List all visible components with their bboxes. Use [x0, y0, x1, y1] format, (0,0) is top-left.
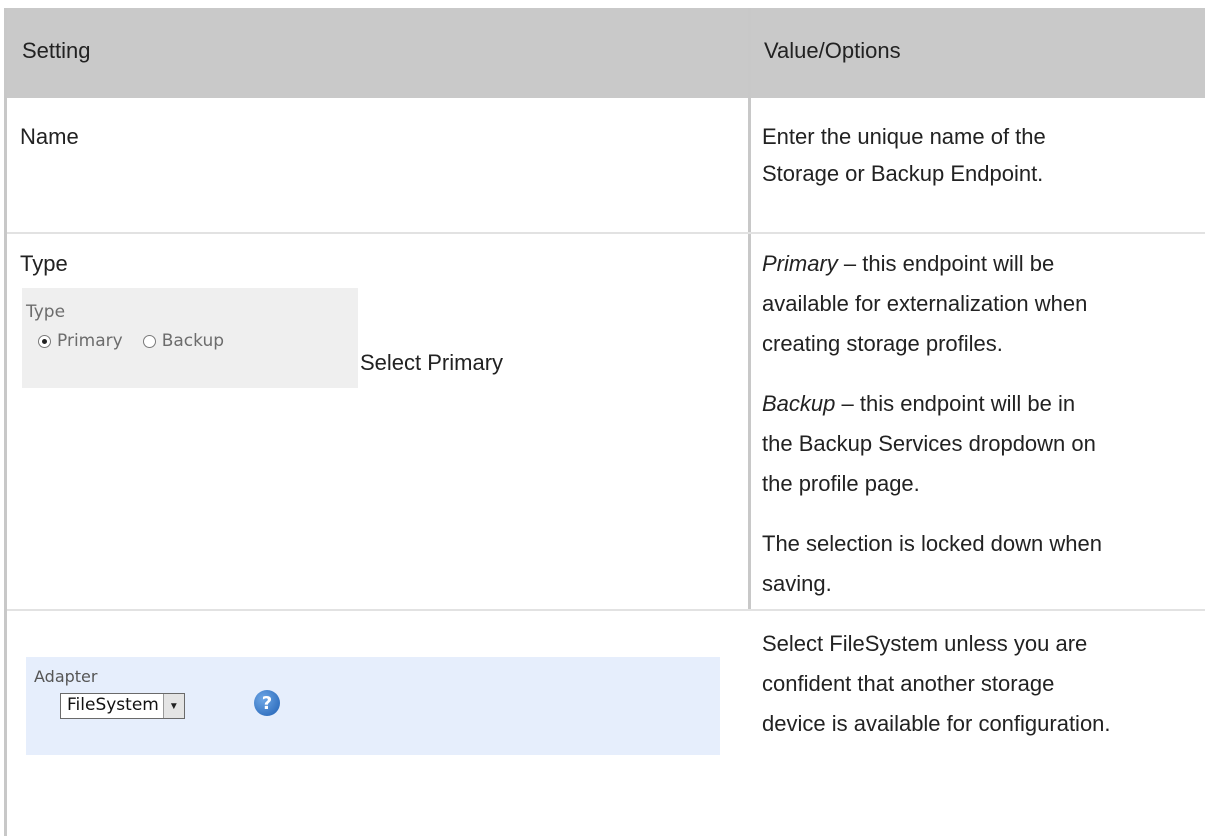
row-type-note: Select Primary — [360, 350, 504, 375]
table-border-left — [4, 8, 7, 836]
radio-backup-label[interactable]: Backup — [162, 331, 224, 351]
header-setting: Setting — [22, 38, 91, 63]
row-type-setting: Type — [20, 251, 68, 276]
row-name-value-line: Enter the unique name of the — [762, 124, 1046, 149]
radio-backup-button[interactable] — [142, 334, 156, 348]
row-name-setting: Name — [20, 124, 79, 149]
table-header: Setting Value/Options — [4, 8, 1205, 98]
header-value: Value/Options — [764, 38, 901, 63]
primary-desc-line: available for externalization when — [762, 291, 1088, 316]
column-divider — [748, 8, 751, 610]
radio-backup[interactable]: Backup — [142, 331, 224, 351]
lock-note-line: saving. — [762, 571, 832, 596]
backup-desc-line: the Backup Services dropdown on — [762, 431, 1096, 456]
primary-term: Primary — [762, 251, 838, 276]
type-radio-panel: Type Primary Backup — [22, 288, 358, 388]
settings-table: Setting Value/Options Name Enter the uni… — [0, 0, 1205, 836]
adapter-select-value: FileSystem — [67, 695, 159, 715]
adapter-widget-label: Adapter — [34, 667, 98, 686]
radio-primary[interactable]: Primary — [38, 331, 123, 351]
row-divider — [7, 232, 1205, 234]
backup-desc-line: – this endpoint will be in — [841, 391, 1076, 416]
help-icon[interactable]: ? — [254, 690, 280, 716]
chevron-down-icon[interactable]: ▼ — [162, 694, 184, 718]
type-widget-label: Type — [26, 302, 66, 322]
radio-primary-button[interactable] — [38, 334, 51, 348]
adapter-desc-line: device is available for configuration. — [762, 711, 1111, 736]
lock-note-line: The selection is locked down when — [762, 531, 1102, 556]
adapter-desc-line: confident that another storage — [762, 671, 1055, 696]
radio-primary-label[interactable]: Primary — [57, 331, 123, 351]
primary-desc-line: creating storage profiles. — [762, 331, 1003, 356]
adapter-panel: Adapter FileSystem ▼ ? — [26, 657, 720, 755]
adapter-desc-line: Select FileSystem unless you are — [762, 631, 1088, 656]
primary-desc-line: – this endpoint will be — [843, 251, 1055, 276]
backup-desc-line: the profile page. — [762, 471, 920, 496]
type-radio-group: Primary Backup — [38, 331, 244, 351]
backup-term: Backup — [762, 391, 836, 416]
adapter-select[interactable]: FileSystem ▼ — [60, 693, 185, 719]
row-name-value-line: Storage or Backup Endpoint. — [762, 161, 1044, 186]
row-divider — [7, 609, 1205, 611]
